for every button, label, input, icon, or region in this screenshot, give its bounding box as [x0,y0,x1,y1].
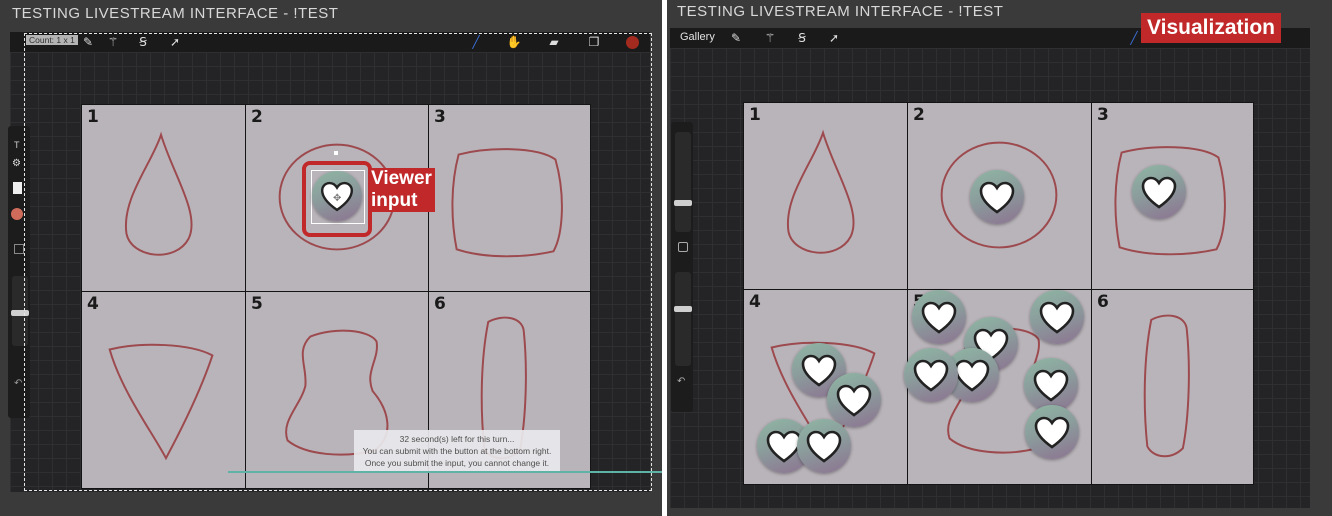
heart-icon [912,290,966,344]
left-window-title: TESTING LIVESTREAM INTERFACE - !TEST [12,5,339,22]
heart-icon [904,348,958,402]
heart-tokens-layer [667,0,1332,516]
selection-marquee [24,33,652,491]
heart-icon [1025,405,1079,459]
adjust-icon[interactable]: ⚙ [12,158,21,169]
selection-handle[interactable] [334,151,338,155]
viewer-heart-token[interactable]: ✥ [312,171,362,221]
turn-timer-tooltip: 32 second(s) left for this turn... You c… [354,430,560,472]
text-tool-icon[interactable]: T [14,140,20,150]
turn-progress-bar [228,471,662,473]
heart-icon [1030,290,1084,344]
heart-icon [1024,358,1078,412]
copy-icon[interactable] [13,182,22,194]
undo-icon[interactable]: ↶ [14,378,22,389]
heart-icon [970,170,1024,224]
viewer-label-line1: Viewer [371,168,432,189]
move-cursor-icon: ✥ [333,193,342,204]
viewer-input-label: Viewer input [368,168,435,212]
right-panel: TESTING LIVESTREAM INTERFACE - !TEST Gal… [667,0,1332,516]
heart-icon [797,419,851,473]
tooltip-line3: Once you submit the input, you cannot ch… [364,458,550,468]
square-icon[interactable] [14,244,24,254]
heart-icon [1132,165,1186,219]
palette-icon[interactable] [11,208,23,220]
viewer-label-line2: input [371,190,418,211]
tooltip-line1: 32 second(s) left for this turn... [399,434,515,444]
left-panel: TESTING LIVESTREAM INTERFACE - !TEST ✎ ⚚… [0,0,662,516]
tooltip-line2: You can submit with the button at the bo… [362,446,552,456]
